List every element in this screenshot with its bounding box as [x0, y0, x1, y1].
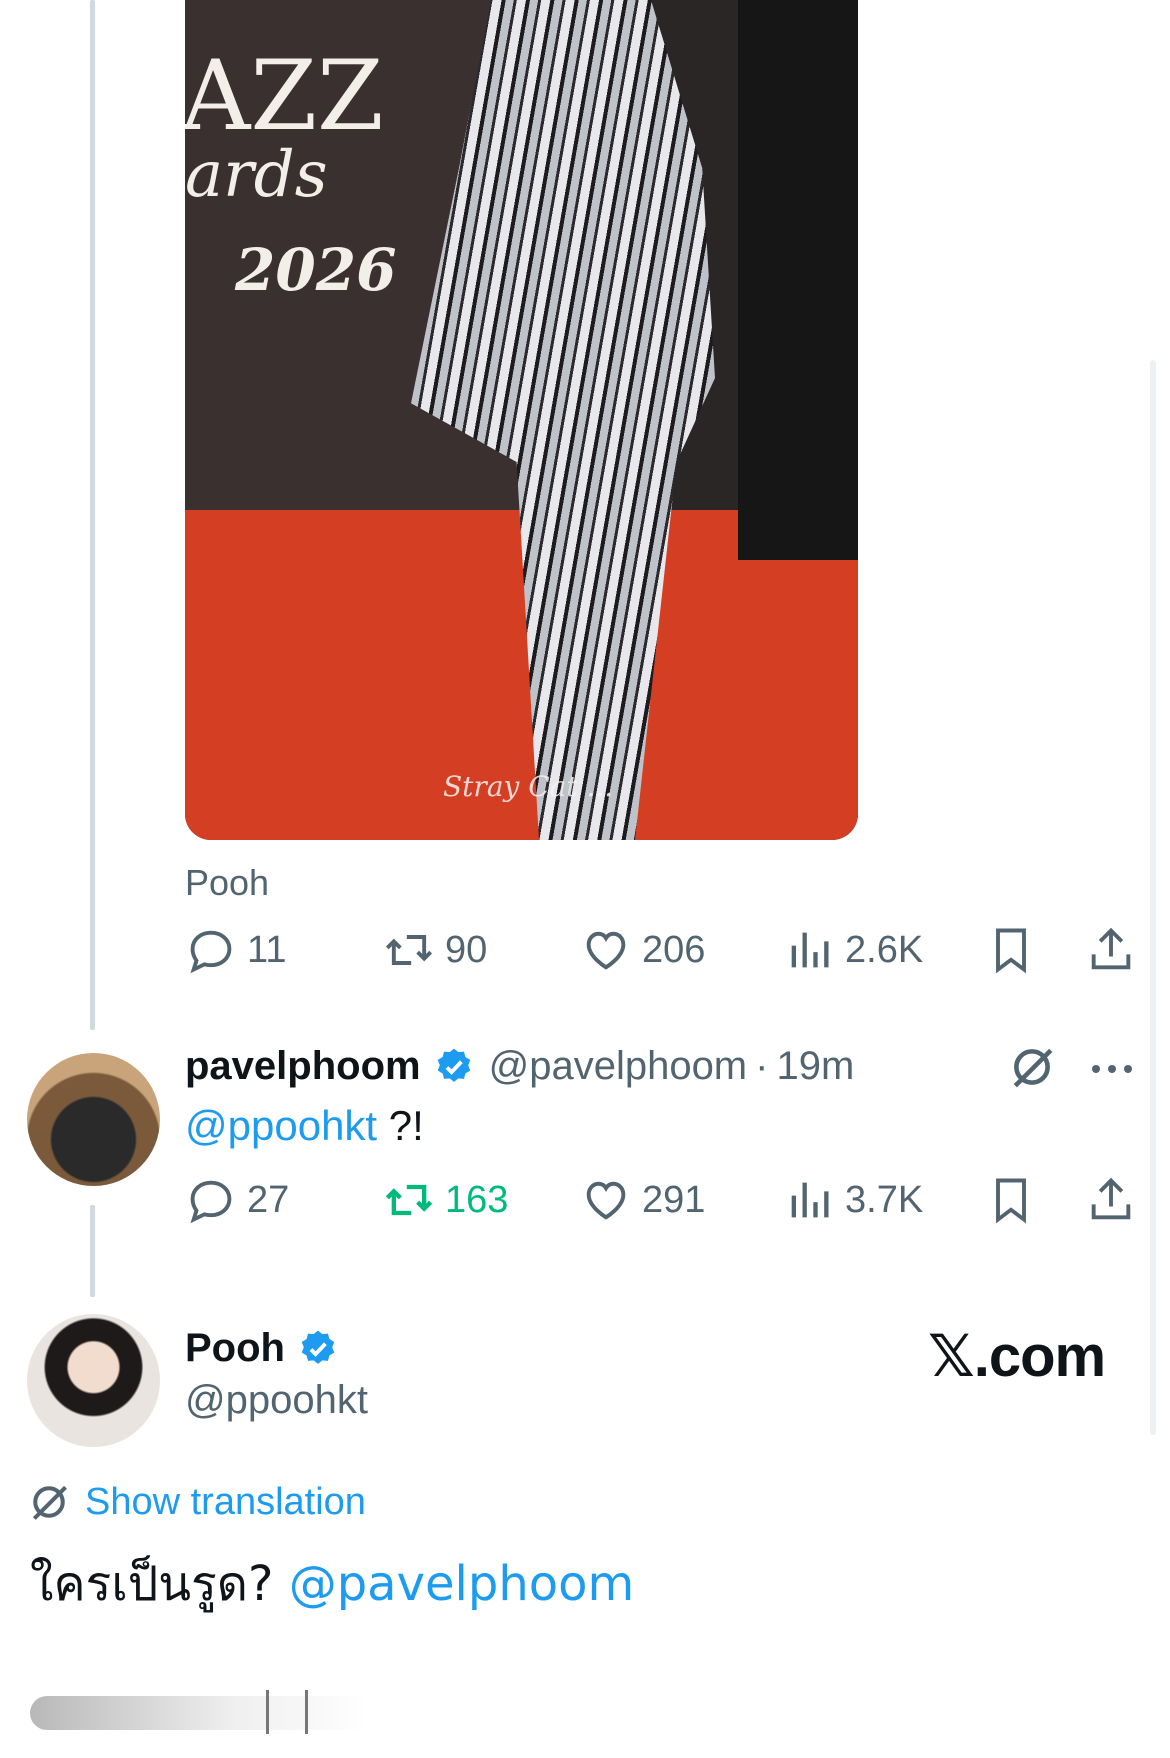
bookmark-icon [996, 1178, 1026, 1224]
reply-header: pavelphoom @pavelphoom · 19m [185, 1044, 854, 1089]
avatar[interactable] [27, 1053, 160, 1186]
repost-icon [385, 1184, 433, 1216]
avatar[interactable] [27, 1314, 160, 1447]
reply-count: 11 [247, 928, 287, 971]
repost-count: 90 [445, 928, 488, 971]
divider [305, 1690, 308, 1734]
thread-line [90, 0, 95, 1030]
separator: · [755, 1044, 769, 1088]
like-count: 206 [642, 928, 706, 971]
verified-badge-icon [301, 1330, 335, 1364]
board-text-year: 2026 [235, 236, 397, 304]
mention-link[interactable]: @pavelphoom [289, 1556, 635, 1612]
thread-line [90, 1205, 95, 1297]
share-icon [1091, 1177, 1131, 1220]
views-button[interactable]: 2.6K [783, 920, 923, 980]
handle[interactable]: @ppoohkt [185, 1378, 368, 1423]
like-icon [586, 931, 626, 970]
repost-button[interactable]: 90 [383, 920, 487, 980]
verified-badge-icon [437, 1048, 470, 1082]
reply-icon [190, 930, 232, 974]
repost-icon [385, 935, 433, 965]
translate-icon [32, 1485, 67, 1520]
board-text-azz: AZZ [185, 40, 384, 152]
like-button[interactable]: 206 [580, 920, 705, 980]
share-button[interactable] [1085, 1170, 1137, 1230]
display-name[interactable]: Pooh [185, 1326, 285, 1371]
post-text-thai: ใครเป็นรูด? [30, 1556, 289, 1612]
background-person [738, 0, 858, 560]
handle[interactable]: @pavelphoom [489, 1044, 748, 1089]
more-icon[interactable] [1088, 1054, 1136, 1084]
views-count: 2.6K [845, 928, 924, 971]
show-translation-link[interactable]: Show translation [27, 1480, 366, 1524]
watermark: Stray Cat ... [443, 770, 614, 803]
reply-text: @ppoohkt ?! [185, 1102, 424, 1150]
like-button[interactable]: 291 [580, 1170, 705, 1230]
cropped-element [30, 1696, 370, 1730]
bookmark-button[interactable] [985, 920, 1037, 980]
display-name[interactable]: pavelphoom [185, 1044, 421, 1089]
views-count: 3.7K [845, 1178, 924, 1221]
post-media-image[interactable]: AZZ ards 2026 Stray Cat ... [185, 0, 858, 840]
share-icon [1091, 927, 1131, 970]
reply-count: 27 [247, 1178, 290, 1221]
like-count: 291 [642, 1178, 706, 1221]
board-text-ards: ards [185, 138, 328, 212]
mention-link[interactable]: @ppoohkt [185, 1102, 377, 1149]
action-bar: 11 90 206 2.6K [185, 920, 1145, 980]
translate-icon[interactable] [1007, 1042, 1057, 1092]
repost-count: 163 [445, 1178, 509, 1221]
reply-button[interactable]: 11 [185, 920, 286, 980]
reply-icon [190, 1180, 232, 1224]
share-button[interactable] [1085, 920, 1137, 980]
bookmark-icon [996, 928, 1026, 974]
timestamp[interactable]: 19m [776, 1044, 854, 1089]
views-button[interactable]: 3.7K [783, 1170, 923, 1230]
main-post-header: Pooh [185, 1326, 339, 1371]
show-translation-label: Show translation [85, 1480, 366, 1523]
reply-text-rest: ?! [377, 1102, 424, 1149]
site-logo-label: 𝕏.com [928, 1324, 1106, 1389]
views-icon [791, 932, 829, 968]
action-bar: 27 163 291 3.7K [185, 1170, 1145, 1230]
media-author-label: Pooh [185, 862, 270, 903]
like-icon [586, 1181, 626, 1220]
views-icon [791, 1182, 829, 1218]
reply-button[interactable]: 27 [185, 1170, 289, 1230]
scrollbar[interactable] [1150, 360, 1156, 1435]
post-text: ใครเป็นรูด? @pavelphoom [30, 1546, 634, 1622]
bookmark-button[interactable] [985, 1170, 1037, 1230]
divider [266, 1690, 269, 1734]
repost-button[interactable]: 163 [383, 1170, 508, 1230]
